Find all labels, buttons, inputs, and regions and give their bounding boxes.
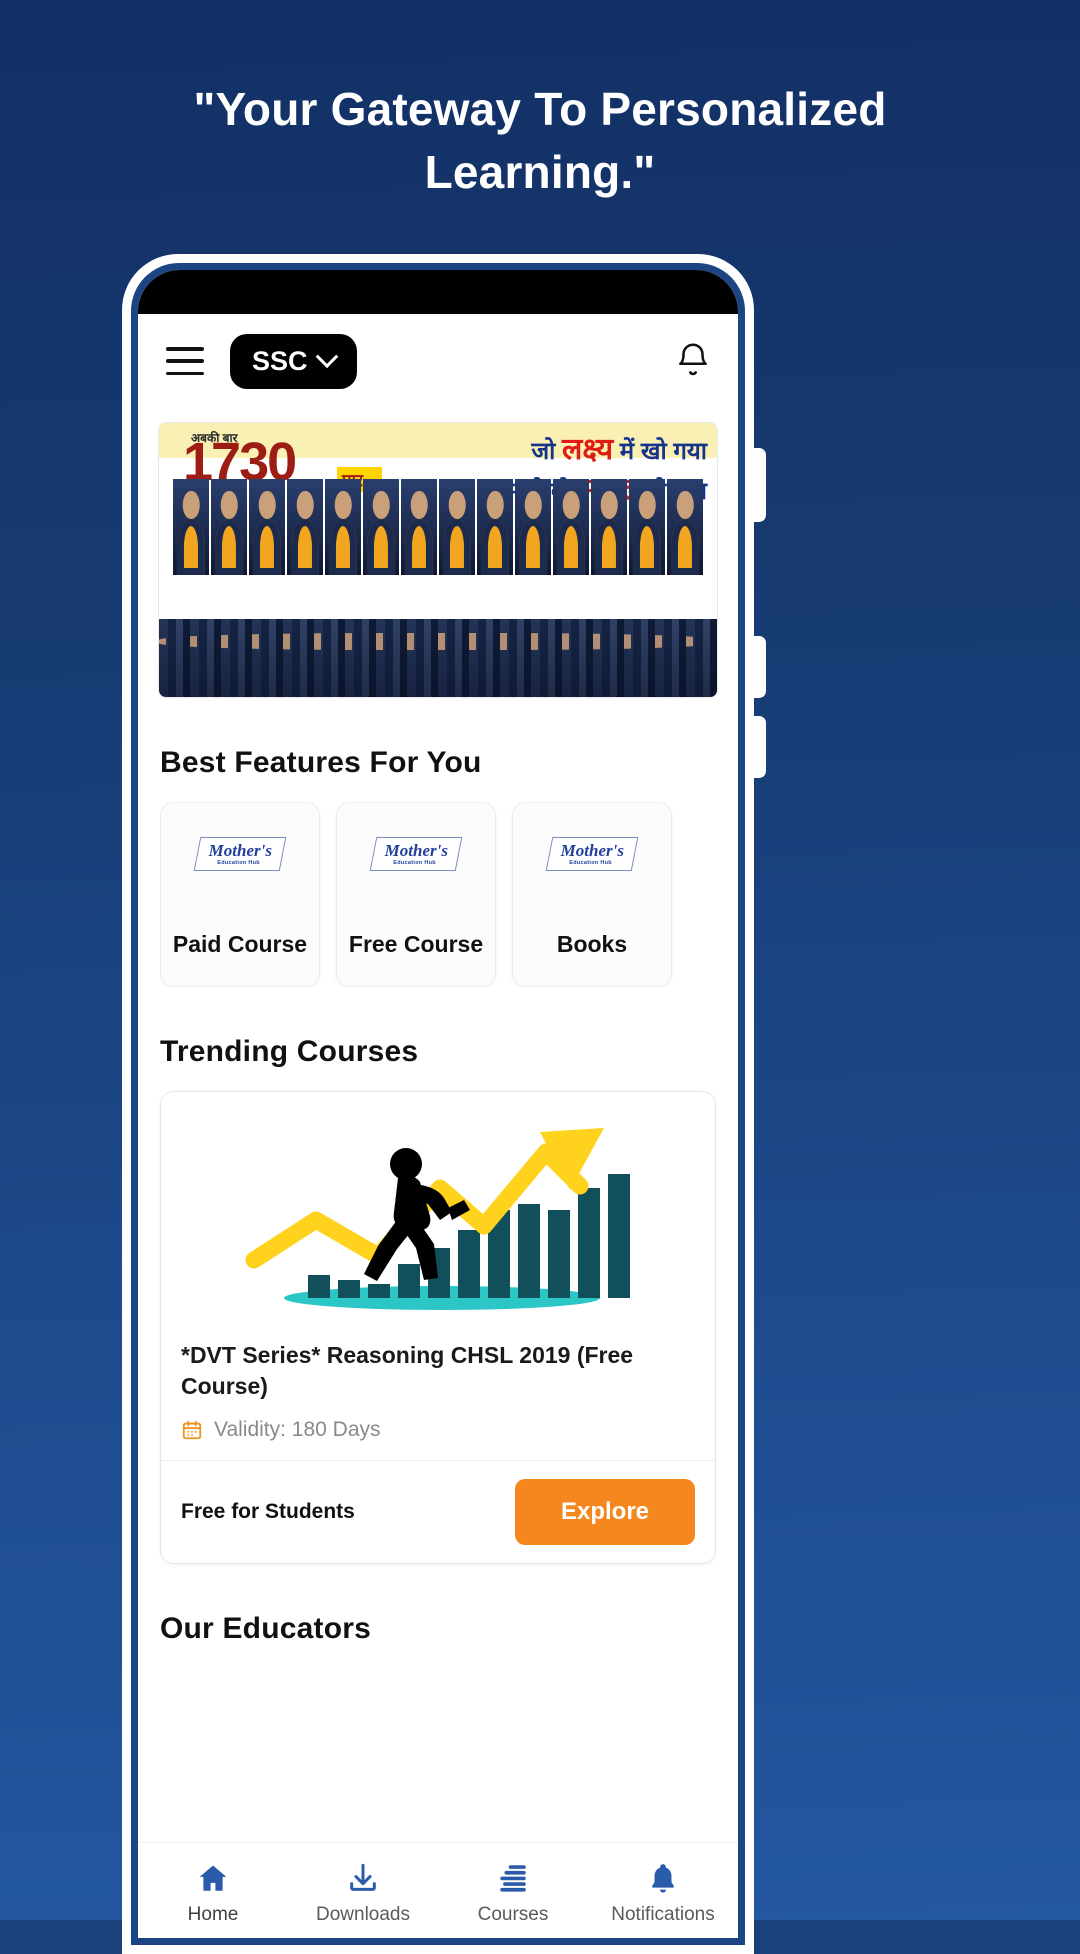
brand-logo-name: Mother's [561,841,625,860]
phone-mockup: SSC अबकी बार 1730 पार... जो लक्ष् [122,254,754,1954]
brand-logo-name: Mother's [385,841,449,860]
phone-side-button-power [754,716,766,778]
status-bar [138,270,738,314]
download-icon [350,1863,376,1891]
section-title-features: Best Features For You [160,746,482,779]
exam-selector-chip[interactable]: SSC [230,333,357,389]
phone-screen: SSC अबकी बार 1730 पार... जो लक्ष् [138,270,738,1938]
nav-item-downloads[interactable]: Downloads [288,1861,438,1926]
hamburger-menu-icon[interactable] [166,347,204,375]
nav-label: Downloads [316,1904,410,1925]
nav-label: Notifications [611,1904,715,1925]
nav-item-home[interactable]: Home [138,1861,288,1926]
bell-icon [679,342,707,375]
course-thumbnail [161,1092,715,1322]
brand-logo-name: Mother's [209,841,273,860]
bell-filled-icon [652,1864,674,1893]
course-footer: Free for Students Explore [161,1459,715,1563]
app-header: SSC [138,314,738,408]
home-icon [199,1865,227,1891]
nav-item-notifications[interactable]: Notifications [588,1861,738,1926]
explore-button[interactable]: Explore [514,1478,695,1545]
brand-logo-tagline: Education Hub [216,860,260,866]
nav-item-courses[interactable]: Courses [438,1861,588,1926]
brand-logo-icon: Mother's Education Hub [193,837,287,871]
exam-selector-label: SSC [252,345,308,376]
bottom-navigation-bar: Home Downloads Courses Notifications [138,1842,738,1938]
feature-label: Books [556,931,628,957]
phone-bezel: SSC अबकी बार 1730 पार... जो लक्ष् [131,263,745,1945]
books-stack-icon [500,1865,526,1892]
growth-chart-illustration [245,1128,630,1310]
feature-card-paid-course[interactable]: Mother's Education Hub Paid Course [160,802,320,987]
notification-bell-button[interactable] [674,339,712,384]
banner-slogan-1c: में खो गया [613,438,707,465]
feature-card-free-course[interactable]: Mother's Education Hub Free Course [336,802,496,987]
brand-logo-tagline: Education Hub [392,860,436,866]
calendar-icon [182,1420,202,1439]
banner-slogan-1a: जो [531,438,563,465]
feature-label: Paid Course [172,931,308,957]
trending-course-card[interactable]: *DVT Series* Reasoning CHSL 2019 (Free C… [160,1091,716,1564]
banner-slogan-1b: लक्ष्य [562,433,614,466]
section-title-trending: Trending Courses [160,1035,419,1068]
brand-logo-tagline: Education Hub [568,860,612,866]
promo-banner-carousel[interactable]: अबकी बार 1730 पार... जो लक्ष्य में खो गय… [158,422,718,698]
course-validity-text: Validity: 180 Days [214,1417,381,1441]
section-title-educators: Our Educators [160,1611,371,1645]
banner-topper-photos [159,479,717,575]
app-scroll-body: अबकी बार 1730 पार... जो लक्ष्य में खो गय… [138,408,738,1938]
brand-logo-icon: Mother's Education Hub [545,837,639,871]
course-title: *DVT Series* Reasoning CHSL 2019 (Free C… [181,1342,634,1399]
page-headline: "Your Gateway To Personalized Learning." [193,83,887,199]
banner-group-photo [159,619,717,697]
nav-label: Home [187,1904,239,1925]
phone-side-button-volume-up [754,448,766,522]
phone-side-button-volume-down [754,636,766,698]
course-info: *DVT Series* Reasoning CHSL 2019 (Free C… [161,1322,715,1460]
course-validity-row: Validity: 180 Days [181,1418,695,1460]
banner-slogan-line-1: जो लक्ष्य में खो गया [531,427,707,468]
nav-label: Courses [477,1904,549,1925]
feature-label: Free Course [348,931,484,957]
feature-card-books[interactable]: Mother's Education Hub Books [512,802,672,987]
feature-card-row: Mother's Education Hub Paid Course Mothe… [160,802,738,987]
chevron-down-icon [315,345,338,369]
brand-logo-icon: Mother's Education Hub [369,837,463,871]
course-price: Free for Students [181,1499,355,1523]
